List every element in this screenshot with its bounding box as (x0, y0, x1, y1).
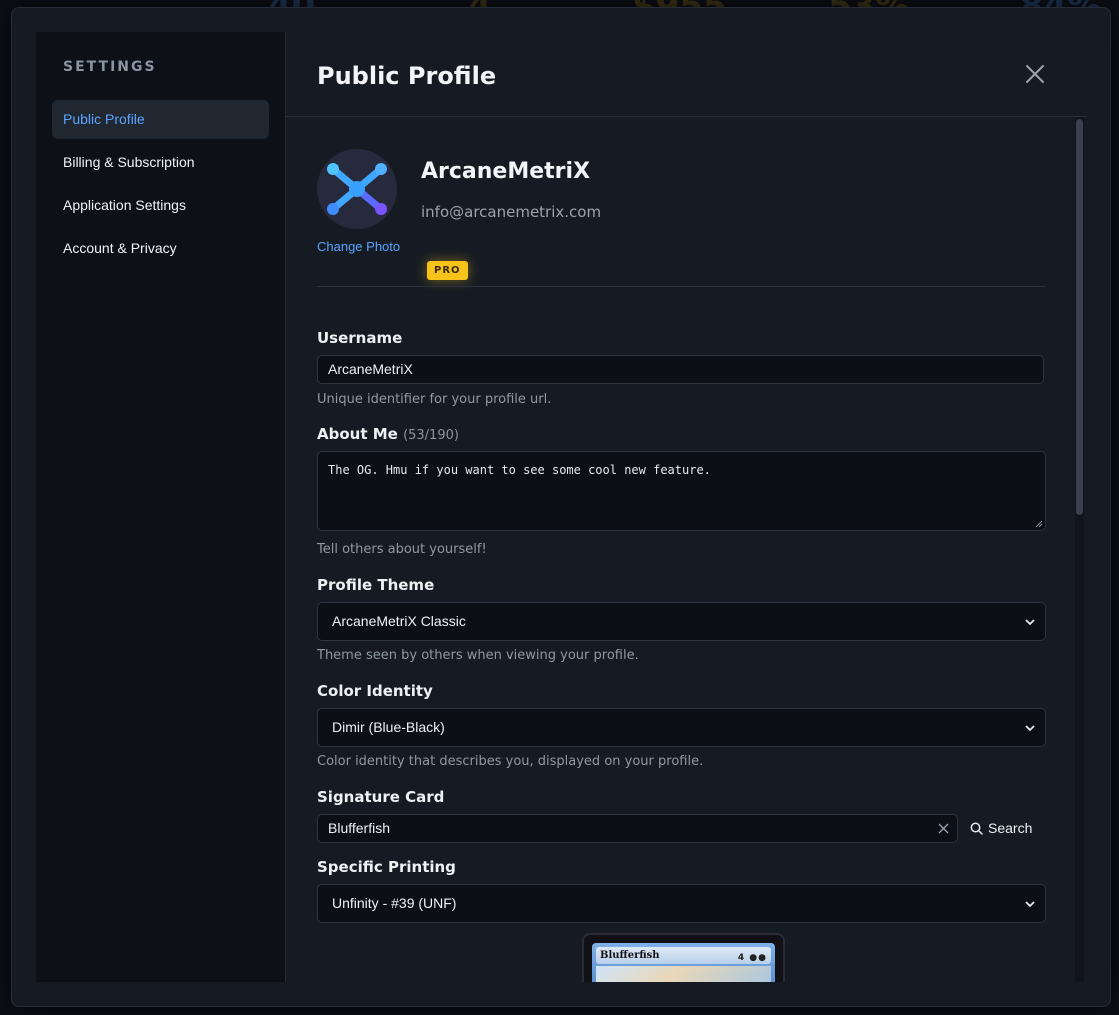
scrollbar-thumb[interactable] (1076, 119, 1083, 515)
about-help: Tell others about yourself! (317, 542, 487, 557)
about-label-text: About Me (317, 425, 398, 443)
printing-select[interactable]: Unfinity - #39 (UNF) (317, 884, 1046, 923)
signature-card-value: Blufferfish (328, 820, 390, 836)
username-input[interactable]: ArcaneMetriX (317, 355, 1044, 384)
search-button[interactable]: Search (970, 814, 1032, 843)
blue-mana-icon: ●● (749, 953, 767, 963)
about-textarea[interactable]: The OG. Hmu if you want to see some cool… (317, 451, 1046, 531)
about-label: About Me (53/190) (317, 425, 459, 443)
profile-card: Change Photo ArcaneMetriX info@arcanemet… (317, 149, 1046, 287)
card-title-bar: Blufferfish 4 ●● (596, 947, 771, 964)
theme-help: Theme seen by others when viewing your p… (317, 648, 639, 663)
sidebar-item-billing-subscription[interactable]: Billing & Subscription (52, 143, 269, 182)
settings-scroll-area[interactable]: Change Photo ArcaneMetriX info@arcanemet… (286, 117, 1086, 982)
network-logo-icon (327, 163, 387, 215)
resize-grip-icon[interactable] (1035, 520, 1043, 528)
page-title: Public Profile (317, 62, 497, 90)
card-mana-generic: 4 (737, 953, 746, 963)
sidebar-nav: Public Profile Billing & Subscription Ap… (52, 100, 269, 272)
card-frame: Blufferfish 4 ●● (592, 943, 775, 982)
printing-label: Specific Printing (317, 858, 456, 876)
theme-label: Profile Theme (317, 576, 435, 594)
close-icon[interactable] (1023, 62, 1047, 86)
color-identity-label: Color Identity (317, 682, 433, 700)
theme-select[interactable]: ArcaneMetriX Classic (317, 602, 1046, 641)
signature-card-input[interactable]: Blufferfish (317, 814, 958, 843)
card-art (596, 966, 771, 982)
divider (317, 286, 1046, 287)
settings-modal: SETTINGS Public Profile Billing & Subscr… (11, 7, 1111, 1007)
clear-icon[interactable] (938, 823, 949, 834)
color-identity-select[interactable]: Dimir (Blue-Black) (317, 708, 1046, 747)
theme-selected-value: ArcaneMetriX Classic (332, 613, 466, 629)
sidebar-item-account-privacy[interactable]: Account & Privacy (52, 229, 269, 268)
settings-sidebar: SETTINGS Public Profile Billing & Subscr… (36, 32, 286, 982)
search-icon (970, 822, 983, 835)
chevron-down-icon (1025, 725, 1035, 732)
profile-email: info@arcanemetrix.com (421, 203, 602, 221)
signature-card-label: Signature Card (317, 788, 445, 806)
change-photo-link[interactable]: Change Photo (317, 239, 400, 254)
color-identity-selected-value: Dimir (Blue-Black) (332, 719, 445, 735)
color-identity-help: Color identity that describes you, displ… (317, 754, 704, 769)
main-header: Public Profile (286, 32, 1086, 117)
display-name: ArcaneMetriX (421, 159, 591, 184)
about-text: The OG. Hmu if you want to see some cool… (328, 463, 711, 477)
chevron-down-icon (1025, 619, 1035, 626)
card-mana-cost: 4 ●● (738, 950, 767, 967)
username-label: Username (317, 329, 403, 347)
sidebar-item-application-settings[interactable]: Application Settings (52, 186, 269, 225)
card-name: Blufferfish (600, 950, 660, 961)
avatar[interactable] (317, 149, 397, 229)
about-char-counter: (53/190) (403, 428, 459, 443)
chevron-down-icon (1025, 901, 1035, 908)
card-preview[interactable]: Blufferfish 4 ●● (582, 933, 785, 982)
sidebar-heading: SETTINGS (63, 59, 157, 75)
search-button-label: Search (988, 820, 1033, 836)
sidebar-item-public-profile[interactable]: Public Profile (52, 100, 269, 139)
printing-selected-value: Unfinity - #39 (UNF) (332, 895, 457, 911)
username-help: Unique identifier for your profile url. (317, 392, 552, 407)
pro-badge: PRO (427, 261, 468, 280)
settings-main: Public Profile Change Photo ArcaneMetriX… (286, 32, 1086, 982)
